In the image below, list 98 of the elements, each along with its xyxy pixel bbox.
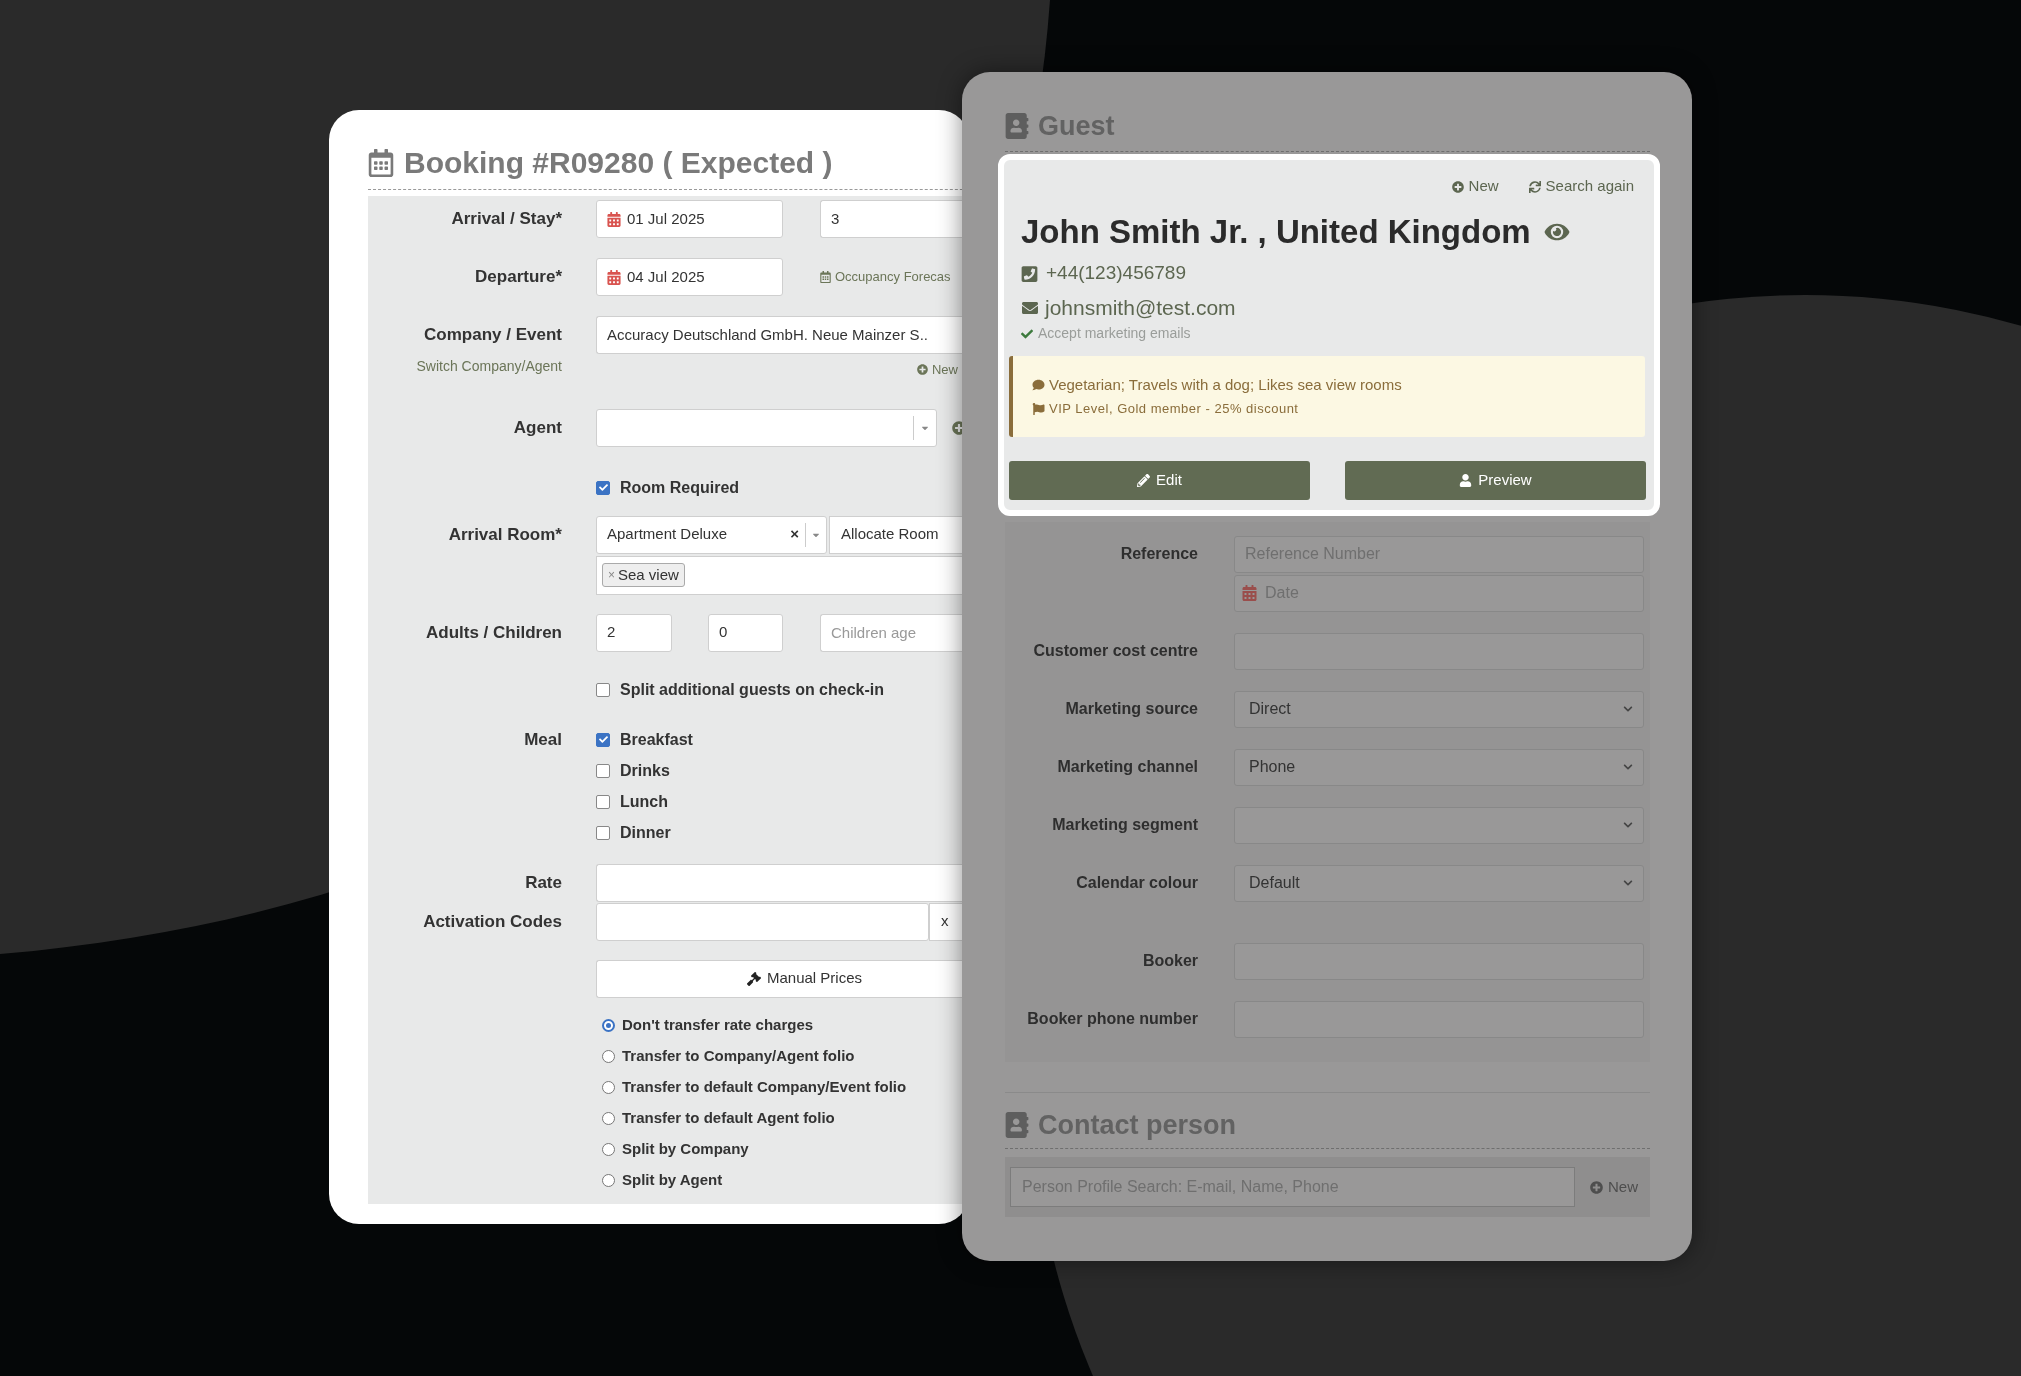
field-label: Departure* [475,266,562,288]
edit-button[interactable]: Edit [1009,460,1310,500]
allocate-room-button[interactable]: Allocate Room [829,515,962,554]
tag[interactable]: × Sea view [602,563,685,587]
occupancy-link[interactable]: Occupancy Forecas [820,267,951,287]
radio-label: Don't transfer rate charges [622,1015,814,1036]
flag-icon [1032,402,1045,415]
preview-button[interactable]: Preview [1345,460,1646,500]
field-label: Customer cost centre [1033,641,1198,661]
company-field[interactable]: Accuracy Deutschland GmbH. Neue Mainzer S.. [596,316,962,354]
remove-icon[interactable]: × [608,566,615,584]
radio-label: Transfer to Company/Agent folio [622,1046,855,1067]
note-text: Vegetarian; Travels with a dog; Likes sea view rooms [1049,374,1402,395]
checkbox[interactable] [596,480,610,495]
field-label: Calendar colour [1076,873,1198,893]
user-icon [1459,473,1473,487]
chevron-icon [1623,820,1633,830]
radio-button[interactable] [602,1112,615,1125]
radio-label: Split by Agent [622,1170,723,1191]
field-label: Company / Event [424,324,562,346]
new-link[interactable]: New [1451,175,1499,198]
field-label: Activation Codes [423,910,562,933]
manual-prices-button[interactable]: Manual Prices [596,959,962,998]
contact-card-icon [1005,1111,1029,1138]
checkbox[interactable] [596,682,610,697]
checkbox-label: Lunch [620,791,668,812]
switch-company-link[interactable]: Switch Company/Agent [416,356,562,377]
checkbox[interactable] [596,825,610,840]
select-field[interactable]: Default [1234,864,1644,902]
field-label: Arrival / Stay* [451,208,562,230]
radio-button[interactable] [602,1019,615,1032]
new-link[interactable]: New [917,360,958,380]
radio-label: Split by Company [622,1139,749,1160]
search-again-link[interactable]: Search again [1528,175,1634,198]
field-label: Booker [1142,951,1198,971]
children-age-field[interactable]: Children age [820,613,962,652]
children-field[interactable]: 0 [708,613,783,652]
tags-field[interactable]: × Sea view [596,555,962,595]
field-label: Agent [513,416,562,439]
radio-label: Transfer to default Company/Event folio [622,1077,907,1098]
field-label: Marketing source [1065,699,1198,719]
field-label: Marketing segment [1052,815,1198,835]
calendar-icon [820,271,831,283]
radio-button[interactable] [602,1050,615,1063]
booking-title: Booking #R09280 ( Expected ) [404,145,833,181]
marketing-consent: Accept marketing emails [1038,324,1191,343]
phone-icon [1021,264,1038,283]
field-label: Adults / Children [426,621,562,644]
checkbox[interactable] [596,763,610,778]
pencil-icon [1137,473,1151,487]
checkbox-label: Breakfast [620,729,693,750]
contact-card-icon [1005,113,1029,140]
field-label: Marketing channel [1057,757,1198,777]
gavel-icon [747,971,761,986]
select-field[interactable] [1234,806,1644,844]
note-text: VIP Level, Gold member - 25% discount [1049,400,1299,418]
checkbox-label: Room Required [620,477,740,498]
radio-button[interactable] [602,1081,615,1094]
guest-phone: +44(123)456789 [1046,261,1186,286]
rate-field[interactable] [596,863,962,902]
nights-field[interactable]: 3 [820,200,962,238]
activation-codes-field[interactable] [596,902,929,941]
adults-field[interactable]: 2 [596,613,672,652]
field-label: Rate [525,871,562,894]
calendar-icon [368,148,394,177]
refresh-icon [1528,180,1541,193]
chevron-icon [1623,762,1633,772]
checkbox-label: Drinks [620,760,670,781]
date-field[interactable]: 01 Jul 2025 [596,200,783,238]
clear-button[interactable]: x [929,902,962,941]
checkbox[interactable] [596,732,610,747]
plus-icon [1590,1180,1603,1194]
select-field[interactable]: Direct [1234,690,1644,728]
date-field[interactable]: 04 Jul 2025 [596,258,783,296]
select-field[interactable]: Phone [1234,748,1644,786]
plus-icon [1451,180,1464,193]
calendar-icon [1242,585,1257,601]
checkbox-label: Split additional guests on check-in [620,679,885,700]
guest-name: John Smith Jr. , United Kingdom [1021,211,1531,252]
field-label: Arrival Room* [448,523,562,546]
chevron-icon [1623,878,1633,888]
plus-icon [917,364,928,376]
envelope-icon [1021,299,1039,316]
calendar-icon [607,211,621,227]
radio-label: Transfer to default Agent folio [622,1108,835,1129]
room-select[interactable]: Apartment Deluxe × [596,515,827,554]
checkbox-label: Dinner [620,822,671,843]
field-label: Meal [524,728,562,751]
radio-button[interactable] [602,1174,615,1187]
field-label: Booker phone number [1027,1009,1198,1029]
checkbox[interactable] [596,794,610,809]
field-label: Reference [1120,544,1198,564]
guest-email[interactable]: johnsmith@test.com [1045,291,1236,324]
calendar-icon [607,269,621,285]
clear-icon[interactable]: × [790,523,799,546]
radio-button[interactable] [602,1143,615,1156]
comment-icon [1032,378,1045,391]
chevron-icon [1623,704,1633,714]
